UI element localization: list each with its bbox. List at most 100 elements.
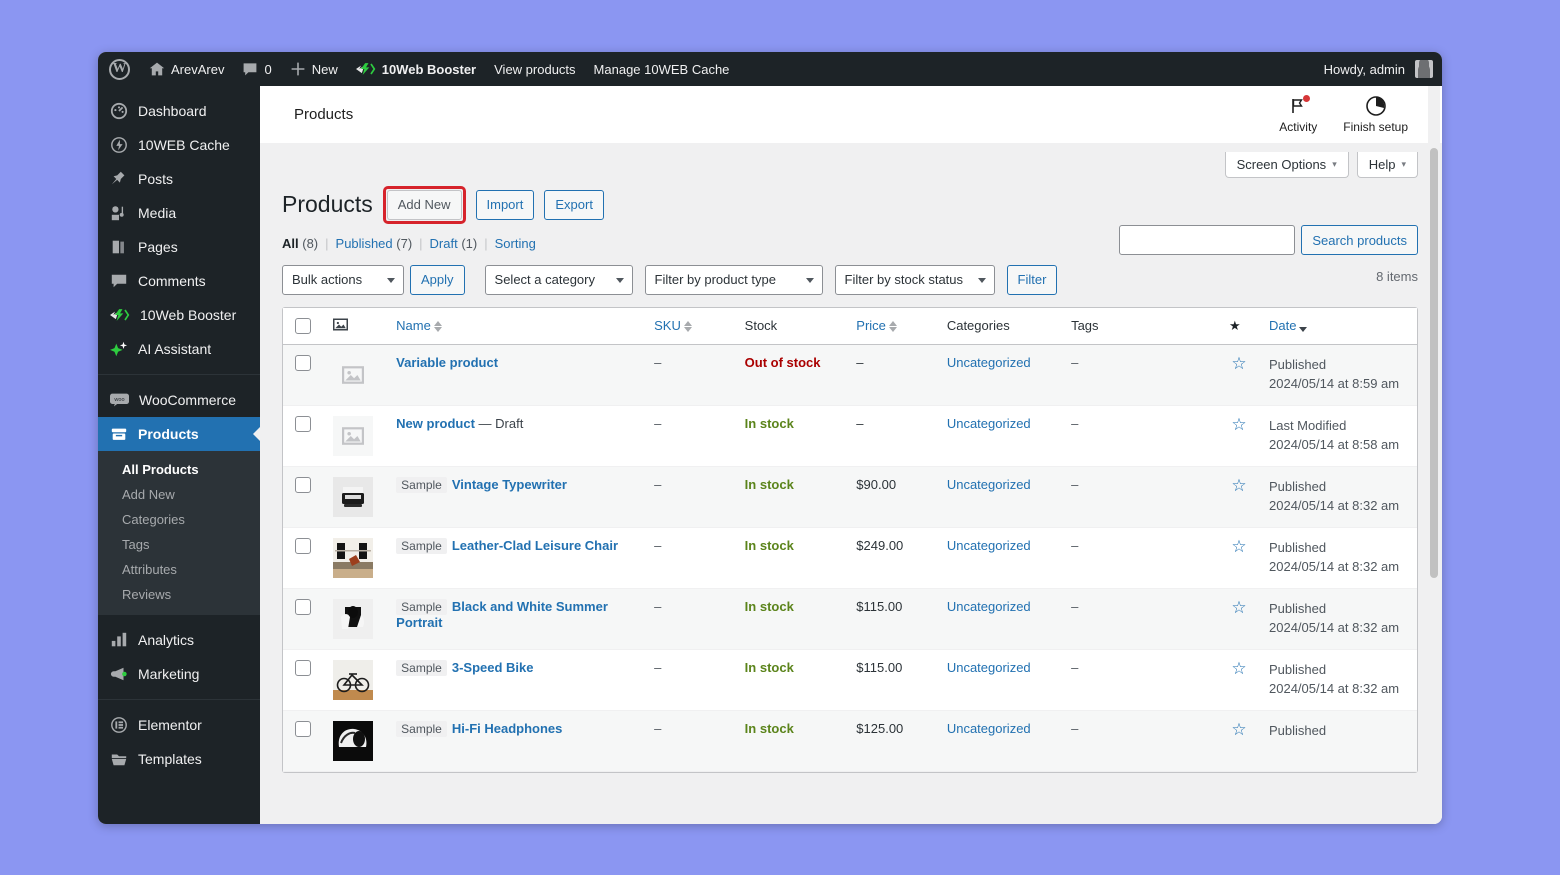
product-name-link[interactable]: 3-Speed Bike [452,660,534,675]
stock-status-filter-select[interactable]: Filter by stock status [835,265,995,295]
row-checkbox[interactable] [295,538,311,554]
view-products-link[interactable]: View products [485,52,584,86]
row-checkbox[interactable] [295,355,311,371]
view-link-published[interactable]: Published (7) [336,236,413,251]
price-header-label: Price [856,318,886,333]
product-thumbnail[interactable] [333,660,373,700]
finish-setup-button[interactable]: Finish setup [1343,95,1408,134]
sidebar-item-woocommerce[interactable]: woo WooCommerce [98,383,260,417]
add-new-button[interactable]: Add New [387,190,462,220]
comments-menu[interactable]: 0 [233,52,280,86]
star-icon[interactable]: ☆ [1231,720,1246,739]
screen-options-button[interactable]: Screen Options ▾ [1225,152,1349,178]
sidebar-item-label: Templates [138,752,202,766]
star-icon[interactable]: ☆ [1231,659,1246,678]
sku-header[interactable]: SKU [644,308,735,345]
sidebar-subitem-tags[interactable]: Tags [98,532,260,557]
sidebar-item-products[interactable]: Products [98,417,260,451]
sidebar-item-dashboard[interactable]: Dashboard [98,94,260,128]
site-name-menu[interactable]: ArevArev [140,52,233,86]
sidebar-subitem-categories[interactable]: Categories [98,507,260,532]
page-scrollbar[interactable] [1428,86,1440,824]
row-checkbox[interactable] [295,599,311,615]
import-button[interactable]: Import [476,190,535,220]
sidebar-subitem-attributes[interactable]: Attributes [98,557,260,582]
row-checkbox[interactable] [295,477,311,493]
view-link-sorting[interactable]: Sorting [495,236,536,251]
table-row[interactable]: SampleLeather-Clad Leisure Chair–In stoc… [283,528,1417,589]
manage-cache-link[interactable]: Manage 10WEB Cache [585,52,739,86]
sidebar-item-comments[interactable]: Comments [98,264,260,298]
select-all-checkbox[interactable] [295,318,311,334]
product-name-link[interactable]: Hi-Fi Headphones [452,721,563,736]
admin-sidebar-menu[interactable]: Dashboard 10WEB Cache Posts Media Pages [98,86,260,824]
export-button[interactable]: Export [544,190,604,220]
star-icon[interactable]: ☆ [1231,598,1246,617]
product-name-link[interactable]: Vintage Typewriter [452,477,567,492]
featured-cell: ☆ [1219,345,1259,406]
apply-button[interactable]: Apply [410,265,465,295]
product-name-link[interactable]: Leather-Clad Leisure Chair [452,538,618,553]
sidebar-item-pages[interactable]: Pages [98,230,260,264]
sidebar-subitem-reviews[interactable]: Reviews [98,582,260,607]
sidebar-item-media[interactable]: Media [98,196,260,230]
sidebar-item-posts[interactable]: Posts [98,162,260,196]
category-link[interactable]: Uncategorized [947,538,1031,553]
search-products-button[interactable]: Search products [1301,225,1418,255]
bulk-actions-select[interactable]: Bulk actions [282,265,404,295]
sidebar-item-10web-booster[interactable]: 10Web Booster [98,298,260,332]
product-thumbnail[interactable] [333,599,373,639]
view-link-all[interactable]: All (8) [282,236,318,251]
sidebar-subitem-all-products[interactable]: All Products [98,457,260,482]
star-icon[interactable]: ☆ [1231,476,1246,495]
category-link[interactable]: Uncategorized [947,721,1031,736]
product-name-link[interactable]: Variable product [396,355,498,370]
table-row[interactable]: SampleHi-Fi Headphones–In stock$125.00Un… [283,711,1417,772]
filter-button[interactable]: Filter [1007,265,1058,295]
date-status: Published2024/05/14 at 8:32 am [1269,477,1407,516]
star-icon[interactable]: ☆ [1231,354,1246,373]
product-thumbnail[interactable] [333,477,373,517]
view-link-draft[interactable]: Draft (1) [430,236,478,251]
category-link[interactable]: Uncategorized [947,355,1031,370]
wp-logo-menu[interactable]: W [98,52,140,86]
booster-menu[interactable]: 10Web Booster [347,52,485,86]
activity-button[interactable]: Activity [1279,95,1317,134]
product-thumbnail[interactable] [333,538,373,578]
new-content-menu[interactable]: New [281,52,347,86]
scrollbar-thumb[interactable] [1430,148,1438,578]
table-row[interactable]: Variable product–Out of stock–Uncategori… [283,345,1417,406]
table-row[interactable]: SampleVintage Typewriter–In stock$90.00U… [283,467,1417,528]
date-header[interactable]: Date [1259,308,1417,345]
row-checkbox[interactable] [295,721,311,737]
thumbnail-header [323,308,386,345]
category-link[interactable]: Uncategorized [947,416,1031,431]
product-thumbnail[interactable] [333,721,373,761]
sidebar-item-ai-assistant[interactable]: AI Assistant [98,332,260,366]
table-row[interactable]: Sample3-Speed Bike–In stock$115.00Uncate… [283,650,1417,711]
category-link[interactable]: Uncategorized [947,660,1031,675]
product-name-link[interactable]: New product [396,416,475,431]
product-type-filter-select[interactable]: Filter by product type [645,265,823,295]
sidebar-item-10web-cache[interactable]: 10WEB Cache [98,128,260,162]
sidebar-item-elementor[interactable]: Elementor [98,708,260,742]
table-row[interactable]: New product — Draft–In stock–Uncategoriz… [283,406,1417,467]
category-filter-select[interactable]: Select a category [485,265,633,295]
category-link[interactable]: Uncategorized [947,599,1031,614]
search-input[interactable] [1119,225,1295,255]
table-row[interactable]: SampleBlack and White Summer Portrait–In… [283,589,1417,650]
sidebar-subitem-add-new[interactable]: Add New [98,482,260,507]
help-button[interactable]: Help ▾ [1357,152,1418,178]
name-header[interactable]: Name [386,308,644,345]
my-account-menu[interactable]: Howdy, admin [1315,52,1442,86]
price-header[interactable]: Price [846,308,937,345]
category-link[interactable]: Uncategorized [947,477,1031,492]
star-icon[interactable]: ☆ [1231,415,1246,434]
star-icon[interactable]: ☆ [1231,537,1246,556]
sidebar-item-templates[interactable]: Templates [98,742,260,776]
sidebar-item-analytics[interactable]: Analytics [98,623,260,657]
row-checkbox[interactable] [295,416,311,432]
row-checkbox[interactable] [295,660,311,676]
finish-setup-label: Finish setup [1343,120,1408,134]
sidebar-item-marketing[interactable]: Marketing [98,657,260,691]
